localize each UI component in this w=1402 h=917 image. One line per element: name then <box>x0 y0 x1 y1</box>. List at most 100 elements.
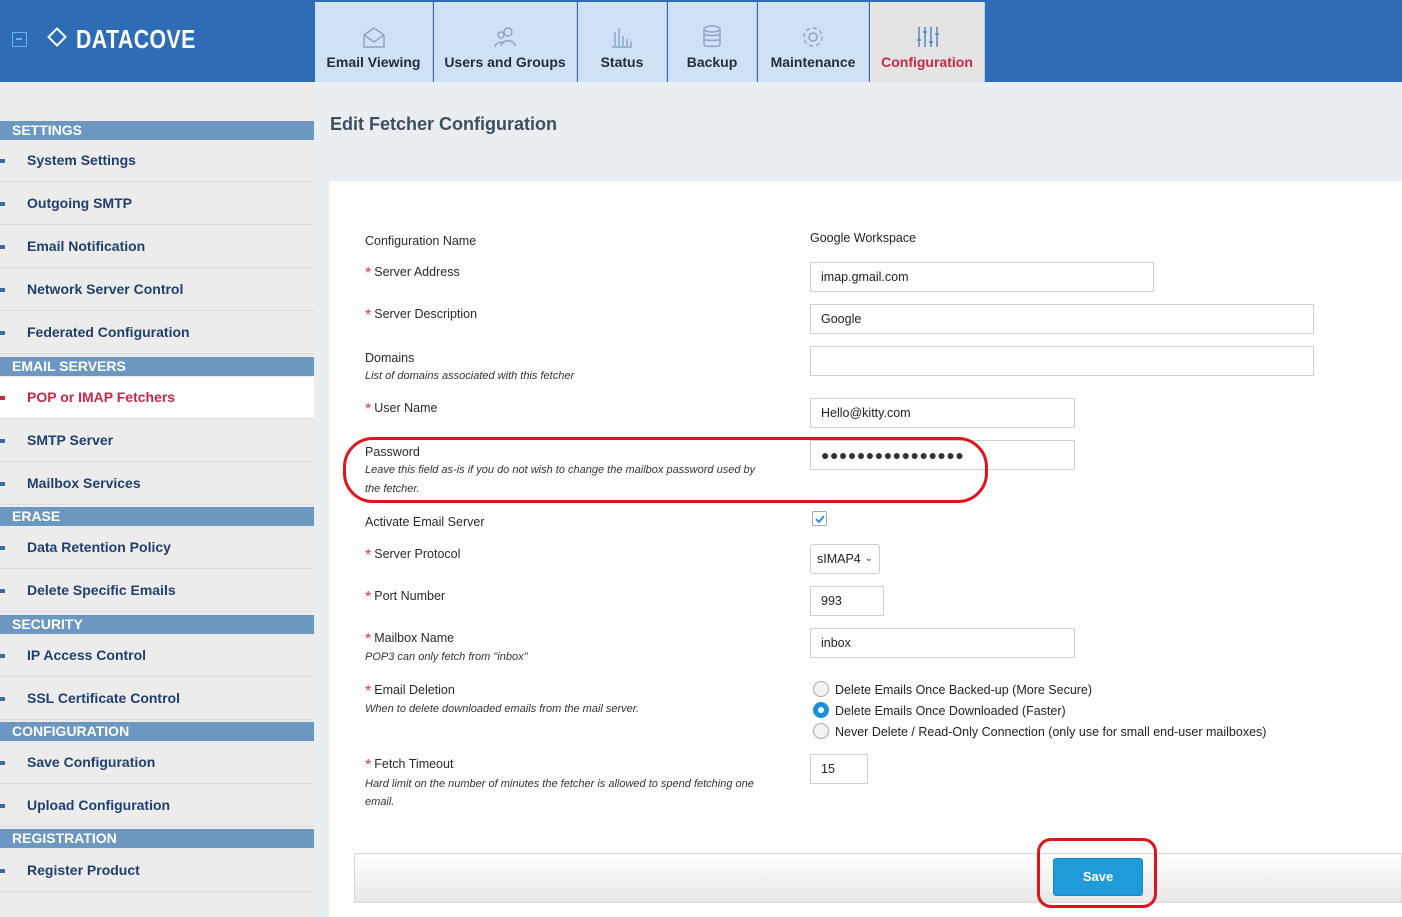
bullet-icon <box>0 396 5 400</box>
tab-configuration[interactable]: Configuration <box>870 2 985 82</box>
sidebar-item-mailbox-services[interactable]: Mailbox Services <box>0 463 314 505</box>
required-icon: * <box>365 401 372 418</box>
sidebar-item-upload-configuration[interactable]: Upload Configuration <box>0 785 314 827</box>
protocol-label: * Server Protocol <box>365 547 461 564</box>
bullet-icon <box>0 869 5 873</box>
bullet-icon <box>0 761 5 765</box>
password-hint-line1: Leave this field as-is if you do not wis… <box>365 464 756 476</box>
gear-icon <box>803 27 823 47</box>
users-icon <box>494 27 516 48</box>
form-footer-bar <box>354 853 1402 903</box>
bullet-icon <box>0 288 5 292</box>
save-button[interactable]: Save <box>1053 858 1143 896</box>
required-icon: * <box>365 631 372 648</box>
tab-email-viewing[interactable]: Email Viewing <box>315 2 433 82</box>
server-description-input[interactable]: Google <box>810 304 1314 334</box>
sidebar-item-label: Save Configuration <box>27 754 156 770</box>
envelope-icon <box>362 27 385 48</box>
sidebar-item-federated-configuration[interactable]: Federated Configuration <box>0 312 314 354</box>
bullet-icon <box>0 546 5 550</box>
sidebar-section-email-servers: EMAIL SERVERS <box>0 357 314 376</box>
bar-chart-icon <box>612 28 632 48</box>
tab-users-and-groups[interactable]: Users and Groups <box>434 2 577 82</box>
timeout-input[interactable]: 15 <box>810 754 868 784</box>
sidebar-section-erase: ERASE <box>0 507 314 526</box>
bullet-icon <box>0 654 5 658</box>
sidebar-item-ip-access-control[interactable]: IP Access Control <box>0 635 314 677</box>
sidebar-item-label: SSL Certificate Control <box>27 690 180 706</box>
domains-input[interactable] <box>810 346 1314 376</box>
password-mask: ●●●●●●●●●●●●●●●● <box>821 447 965 463</box>
sidebar-section-security: SECURITY <box>0 615 314 634</box>
sidebar-item-label: Outgoing SMTP <box>27 195 132 211</box>
sidebar-item-label: Federated Configuration <box>27 324 190 340</box>
sidebar-item-ssl-certificate-control[interactable]: SSL Certificate Control <box>0 678 314 720</box>
required-icon: * <box>365 307 372 324</box>
bullet-icon <box>0 159 5 163</box>
logo-diamond-icon <box>47 27 67 47</box>
sidebar-item-system-settings[interactable]: System Settings <box>0 140 314 182</box>
sidebar-item-delete-specific-emails[interactable]: Delete Specific Emails <box>0 570 314 612</box>
database-icon <box>703 25 721 48</box>
sidebar-item-label: Register Product <box>27 862 140 878</box>
deletion-option-label: Delete Emails Once Downloaded (Faster) <box>835 704 1066 718</box>
protocol-select[interactable]: sIMAP4 ⌄ <box>810 544 880 574</box>
activate-checkbox[interactable] <box>812 511 827 526</box>
sidebar-item-save-configuration[interactable]: Save Configuration <box>0 742 314 784</box>
sidebar-item-label: Email Notification <box>27 238 146 254</box>
sidebar-section-registration: REGISTRATION <box>0 829 314 848</box>
mailbox-hint: POP3 can only fetch from "inbox" <box>365 651 528 663</box>
tab-backup[interactable]: Backup <box>668 2 757 82</box>
required-icon: * <box>365 547 372 564</box>
tab-maintenance[interactable]: Maintenance <box>758 2 869 82</box>
timeout-hint-line2: email. <box>365 796 395 808</box>
sidebar-item-network-server-control[interactable]: Network Server Control <box>0 269 314 311</box>
deletion-radio-backed-up[interactable] <box>813 681 829 697</box>
domains-hint: List of domains associated with this fet… <box>365 370 575 382</box>
bullet-icon <box>0 331 5 335</box>
sidebar-item-register-product[interactable]: Register Product <box>0 850 314 892</box>
mailbox-label: * Mailbox Name <box>365 631 455 648</box>
logo-area: DATACOVE <box>0 0 314 82</box>
top-header: DATACOVE Email Viewing Users and Groups … <box>0 0 1402 82</box>
deletion-radio-never-delete[interactable] <box>813 723 829 739</box>
sidebar-item-label: Delete Specific Emails <box>27 582 176 598</box>
collapse-sidebar-icon[interactable] <box>12 32 27 47</box>
tab-label: Email Viewing <box>326 54 421 70</box>
activate-label: Activate Email Server <box>365 515 485 529</box>
tab-status[interactable]: Status <box>578 2 667 82</box>
bullet-icon <box>0 482 5 486</box>
sidebar-item-label: IP Access Control <box>27 647 147 663</box>
user-name-label: * User Name <box>365 401 438 418</box>
port-label: * Port Number <box>365 589 446 606</box>
bullet-icon <box>0 697 5 701</box>
mailbox-input[interactable]: inbox <box>810 628 1075 658</box>
deletion-option-label: Never Delete / Read-Only Connection (onl… <box>835 725 1267 739</box>
port-input[interactable]: 993 <box>810 586 884 616</box>
sidebar-item-label: Mailbox Services <box>27 475 141 491</box>
checkmark-icon <box>815 515 825 524</box>
server-description-label: * Server Description <box>365 307 478 324</box>
bullet-icon <box>0 439 5 443</box>
sidebar-item-email-notification[interactable]: Email Notification <box>0 226 314 268</box>
sidebar-item-label: SMTP Server <box>27 432 114 448</box>
sidebar-item-label: Network Server Control <box>27 281 184 297</box>
sidebar-item-data-retention-policy[interactable]: Data Retention Policy <box>0 527 314 569</box>
user-name-input[interactable]: Hello@kitty.com <box>810 398 1075 428</box>
sidebar-item-pop-imap-fetchers[interactable]: POP or IMAP Fetchers <box>0 377 314 419</box>
protocol-selected-value: sIMAP4 <box>817 552 861 566</box>
sidebar-item-smtp-server[interactable]: SMTP Server <box>0 420 314 462</box>
sidebar-item-label: System Settings <box>27 152 136 168</box>
server-address-input[interactable]: imap.gmail.com <box>810 262 1154 292</box>
required-icon: * <box>365 265 372 282</box>
sidebar-section-configuration: CONFIGURATION <box>0 722 314 741</box>
sidebar-section-settings: SETTINGS <box>0 121 314 140</box>
deletion-radio-downloaded[interactable] <box>813 702 829 718</box>
sidebar-item-outgoing-smtp[interactable]: Outgoing SMTP <box>0 183 314 225</box>
config-name-value: Google Workspace <box>810 231 917 245</box>
deletion-hint: When to delete downloaded emails from th… <box>365 703 640 715</box>
password-input[interactable]: ●●●●●●●●●●●●●●●● <box>810 440 1075 470</box>
tab-label: Configuration <box>881 54 973 70</box>
tab-label: Users and Groups <box>444 54 566 70</box>
tab-label: Status <box>600 54 644 70</box>
